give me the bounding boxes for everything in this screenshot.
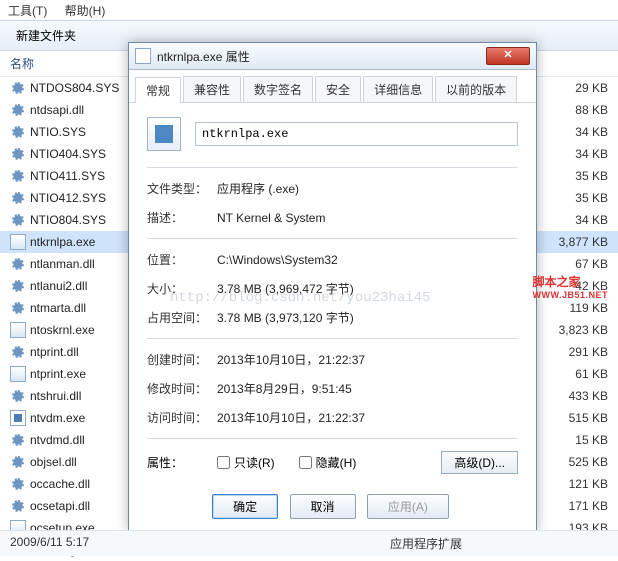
- tab-body: ntkrnlpa.exe 文件类型：应用程序 (.exe) 描述：NT Kern…: [129, 103, 536, 484]
- tab-signature[interactable]: 数字签名: [243, 76, 313, 102]
- file-size: 88 KB: [538, 103, 608, 117]
- file-size: 525 KB: [538, 455, 608, 469]
- file-size: 67 KB: [538, 257, 608, 271]
- app-icon: [10, 234, 26, 250]
- menu-help[interactable]: 帮助(H): [65, 4, 106, 18]
- file-size: 433 KB: [538, 389, 608, 403]
- app2-icon: [10, 410, 26, 426]
- file-size: 121 KB: [538, 477, 608, 491]
- gear-icon: [10, 124, 26, 140]
- value-type: 应用程序 (.exe): [217, 180, 518, 197]
- gear-icon: [10, 454, 26, 470]
- app-icon: [10, 322, 26, 338]
- gear-icon: [10, 344, 26, 360]
- tab-bar: 常规 兼容性 数字签名 安全 详细信息 以前的版本: [129, 70, 536, 103]
- label-mtime: 修改时间：: [147, 380, 217, 397]
- gear-icon: [10, 146, 26, 162]
- file-size: 29 KB: [538, 81, 608, 95]
- gear-icon: [10, 102, 26, 118]
- status-date: 2009/6/11 5:17: [10, 535, 390, 552]
- menubar: 工具(T) 帮助(H): [0, 0, 618, 20]
- label-attributes: 属性：: [147, 454, 217, 471]
- menu-tools[interactable]: 工具(T): [8, 4, 47, 18]
- value-desc: NT Kernel & System: [217, 211, 518, 225]
- file-size: 34 KB: [538, 147, 608, 161]
- tab-details[interactable]: 详细信息: [363, 76, 433, 102]
- gear-icon: [10, 168, 26, 184]
- tab-compat[interactable]: 兼容性: [183, 76, 241, 102]
- label-desc: 描述：: [147, 209, 217, 226]
- new-folder-button[interactable]: 新建文件夹: [10, 25, 82, 46]
- checkbox-readonly[interactable]: 只读(R): [217, 454, 275, 471]
- tab-general[interactable]: 常规: [135, 77, 181, 103]
- status-type: 应用程序扩展: [390, 535, 608, 552]
- file-size: 35 KB: [538, 169, 608, 183]
- label-atime: 访问时间：: [147, 409, 217, 426]
- gear-icon: [10, 498, 26, 514]
- file-size: 42 KB: [538, 279, 608, 293]
- value-ctime: 2013年10月10日，21:22:37: [217, 351, 518, 368]
- tab-previous[interactable]: 以前的版本: [435, 76, 517, 102]
- value-location: C:\Windows\System32: [217, 253, 518, 267]
- gear-icon: [10, 256, 26, 272]
- file-size: 61 KB: [538, 367, 608, 381]
- value-disk: 3.78 MB (3,973,120 字节): [217, 309, 518, 326]
- cancel-button[interactable]: 取消: [290, 494, 356, 519]
- file-size: 291 KB: [538, 345, 608, 359]
- gear-icon: [10, 388, 26, 404]
- apply-button[interactable]: 应用(A): [367, 494, 449, 519]
- titlebar[interactable]: ntkrnlpa.exe 属性 ✕: [129, 43, 536, 70]
- file-size: 3,877 KB: [538, 235, 608, 249]
- file-size: 34 KB: [538, 125, 608, 139]
- file-size: 15 KB: [538, 433, 608, 447]
- label-ctime: 创建时间：: [147, 351, 217, 368]
- gear-icon: [10, 212, 26, 228]
- tab-security[interactable]: 安全: [315, 76, 361, 102]
- file-size: 34 KB: [538, 213, 608, 227]
- checkbox-hidden[interactable]: 隐藏(H): [299, 454, 357, 471]
- dialog-buttons: 确定 取消 应用(A): [129, 484, 536, 531]
- app-icon: [10, 366, 26, 382]
- value-atime: 2013年10月10日，21:22:37: [217, 409, 518, 426]
- label-disk: 占用空间：: [147, 309, 217, 326]
- col-size[interactable]: [538, 55, 608, 72]
- ok-button[interactable]: 确定: [212, 494, 278, 519]
- label-location: 位置：: [147, 251, 217, 268]
- advanced-button[interactable]: 高级(D)...: [441, 451, 518, 474]
- gear-icon: [10, 476, 26, 492]
- properties-dialog: ntkrnlpa.exe 属性 ✕ 常规 兼容性 数字签名 安全 详细信息 以前…: [128, 42, 537, 532]
- file-size: 3,823 KB: [538, 323, 608, 337]
- gear-icon: [10, 300, 26, 316]
- value-size: 3.78 MB (3,969,472 字节): [217, 280, 518, 297]
- file-size: 171 KB: [538, 499, 608, 513]
- app-icon: [135, 48, 151, 64]
- label-size: 大小：: [147, 280, 217, 297]
- gear-icon: [10, 190, 26, 206]
- status-bar: 2009/6/11 5:17 应用程序扩展: [0, 530, 618, 556]
- file-size: 119 KB: [538, 301, 608, 315]
- file-size: 515 KB: [538, 411, 608, 425]
- filename-field[interactable]: ntkrnlpa.exe: [195, 122, 518, 146]
- gear-icon: [10, 278, 26, 294]
- gear-icon: [10, 432, 26, 448]
- file-type-icon: [147, 117, 181, 151]
- value-mtime: 2013年8月29日，9:51:45: [217, 380, 518, 397]
- label-type: 文件类型：: [147, 180, 217, 197]
- close-button[interactable]: ✕: [486, 47, 530, 65]
- dialog-title: ntkrnlpa.exe 属性: [157, 48, 486, 65]
- file-size: 35 KB: [538, 191, 608, 205]
- gear-icon: [10, 80, 26, 96]
